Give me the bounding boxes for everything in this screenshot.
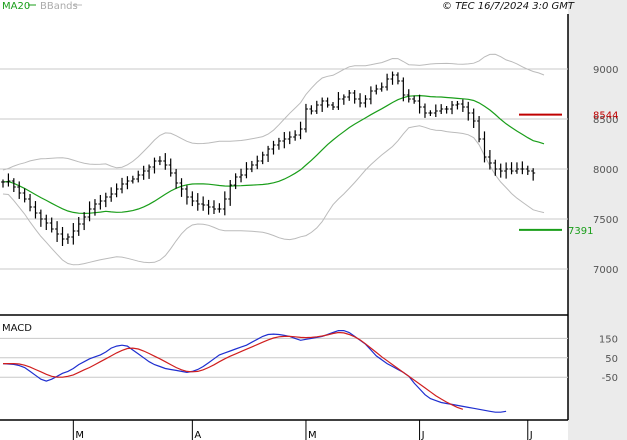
x-tick-label: M [75, 430, 84, 440]
copyright-text: © TEC 16/7/2024 3:0 GMT [442, 1, 575, 12]
support-label: 7391 [568, 226, 593, 237]
macd-y-tick-label: -50 [602, 373, 618, 384]
macd-panel-title: MACD [2, 323, 32, 334]
legend-bbands: BBands [40, 1, 78, 12]
signal-line [3, 331, 464, 410]
x-tick-label: A [194, 430, 201, 440]
x-tick-label: J [529, 430, 533, 440]
macd-y-tick-label: 50 [605, 354, 618, 365]
macd-series [2, 330, 507, 413]
chart-root: 90008500800075007000 85447391 15050-50 M… [0, 0, 627, 440]
price-y-tick-label: 7000 [593, 265, 618, 276]
price-y-tick-label: 7500 [593, 215, 618, 226]
macd-gridlines [0, 337, 568, 378]
x-tick-label: J [421, 430, 425, 440]
resistance-label: 8544 [593, 111, 618, 122]
legend-ma20: MA20 [2, 1, 30, 12]
x-tick-label: M [308, 430, 317, 440]
macd-line [2, 330, 507, 413]
price-y-tick-label: 9000 [593, 65, 618, 76]
macd-y-tick-label: 150 [599, 334, 618, 345]
x-axis-ticks: MAMJJ [72, 420, 533, 440]
price-y-tick-label: 8000 [593, 165, 618, 176]
